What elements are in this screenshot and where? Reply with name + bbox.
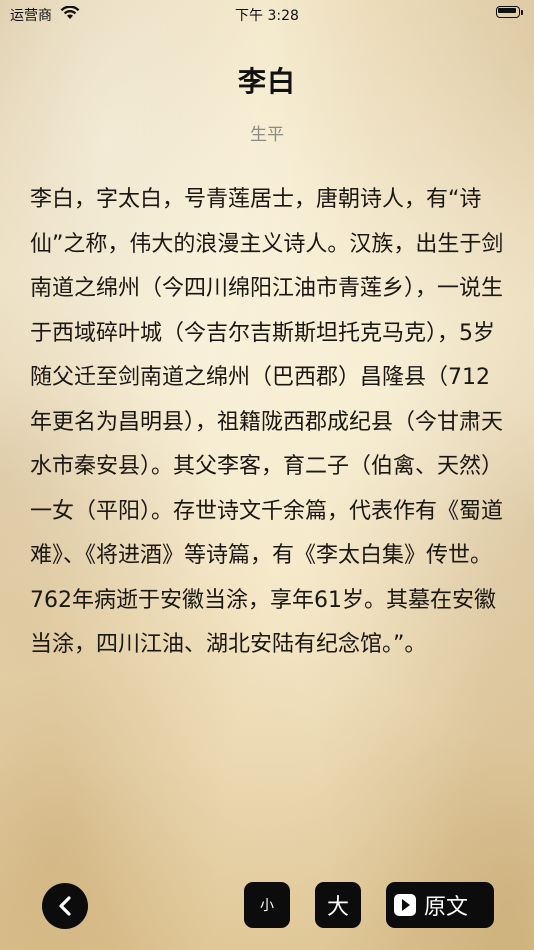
play-icon [394, 894, 416, 916]
page-title: 李白 [237, 65, 296, 98]
original-text-label: 原文 [424, 895, 469, 920]
status-bar: 运营商 下午 3:28 [0, 0, 534, 28]
font-large-label: 大 [326, 895, 349, 920]
chevron-left-icon [59, 896, 71, 916]
font-large-button[interactable]: 大 [315, 882, 361, 928]
battery-icon [496, 6, 526, 20]
font-small-label: 小 [260, 898, 274, 914]
back-button[interactable] [42, 883, 88, 929]
article-body: 李白，字太白，号青莲居士，唐朝诗人，有“诗仙”之称，伟大的浪漫主义诗人。汉族，出… [30, 187, 504, 657]
font-small-button[interactable]: 小 [244, 882, 290, 928]
status-time: 下午 3:28 [235, 8, 299, 24]
original-text-button[interactable]: 原文 [386, 882, 494, 928]
section-subtitle: 生平 [250, 125, 284, 145]
